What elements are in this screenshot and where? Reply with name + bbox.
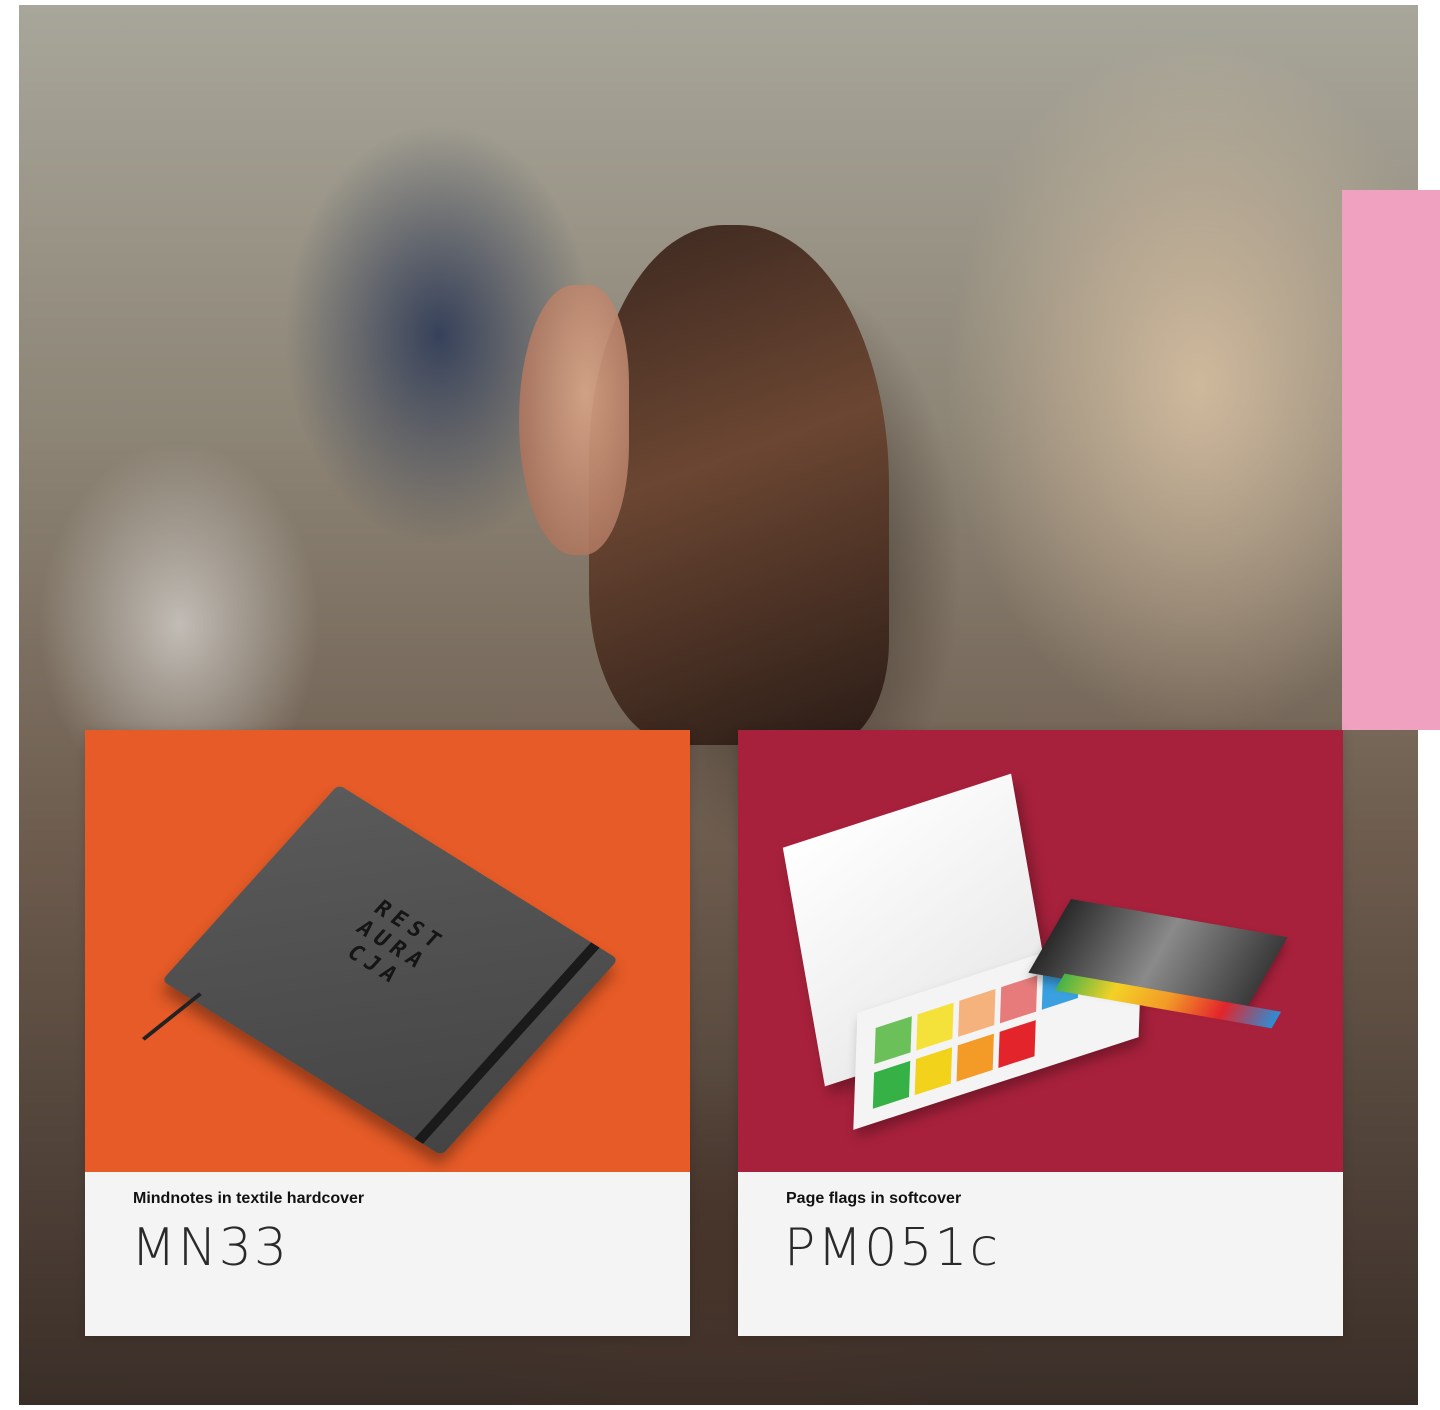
product-subtitle: Page flags in softcover <box>786 1190 962 1207</box>
photo-woman-face <box>519 285 629 555</box>
photo-woman-hair <box>589 225 889 745</box>
flag-green-2 <box>872 1060 911 1109</box>
product-card-mn33[interactable]: REST AURA CJA Mindnotes in textile hardcov… <box>85 730 690 1336</box>
notebook-illustration: REST AURA CJA <box>141 784 619 1156</box>
pink-accent-panel <box>1342 190 1440 730</box>
product-card-text: Page flags in softcover PM051c <box>738 1172 1343 1336</box>
flag-orange <box>956 1033 994 1082</box>
notebook-ribbon <box>141 992 202 1041</box>
flag-green <box>874 1016 912 1065</box>
flag-red <box>998 1020 1036 1068</box>
product-code[interactable]: PM051c <box>784 1218 1000 1278</box>
product-image-page-flags[interactable] <box>738 730 1343 1172</box>
product-code[interactable]: MN33 <box>131 1218 289 1278</box>
notebook-print-logo: REST AURA CJA <box>341 896 451 991</box>
product-image-notebook[interactable]: REST AURA CJA <box>85 730 690 1172</box>
flag-pink <box>999 975 1038 1024</box>
product-subtitle: Mindnotes in textile hardcover <box>133 1190 365 1207</box>
product-card-text: Mindnotes in textile hardcover MN33 <box>85 1172 690 1336</box>
flag-yellow-2 <box>914 1047 953 1096</box>
product-card-pm051c[interactable]: Page flags in softcover PM051c <box>738 730 1343 1336</box>
flag-peach <box>958 989 996 1037</box>
flag-yellow <box>916 1002 954 1051</box>
